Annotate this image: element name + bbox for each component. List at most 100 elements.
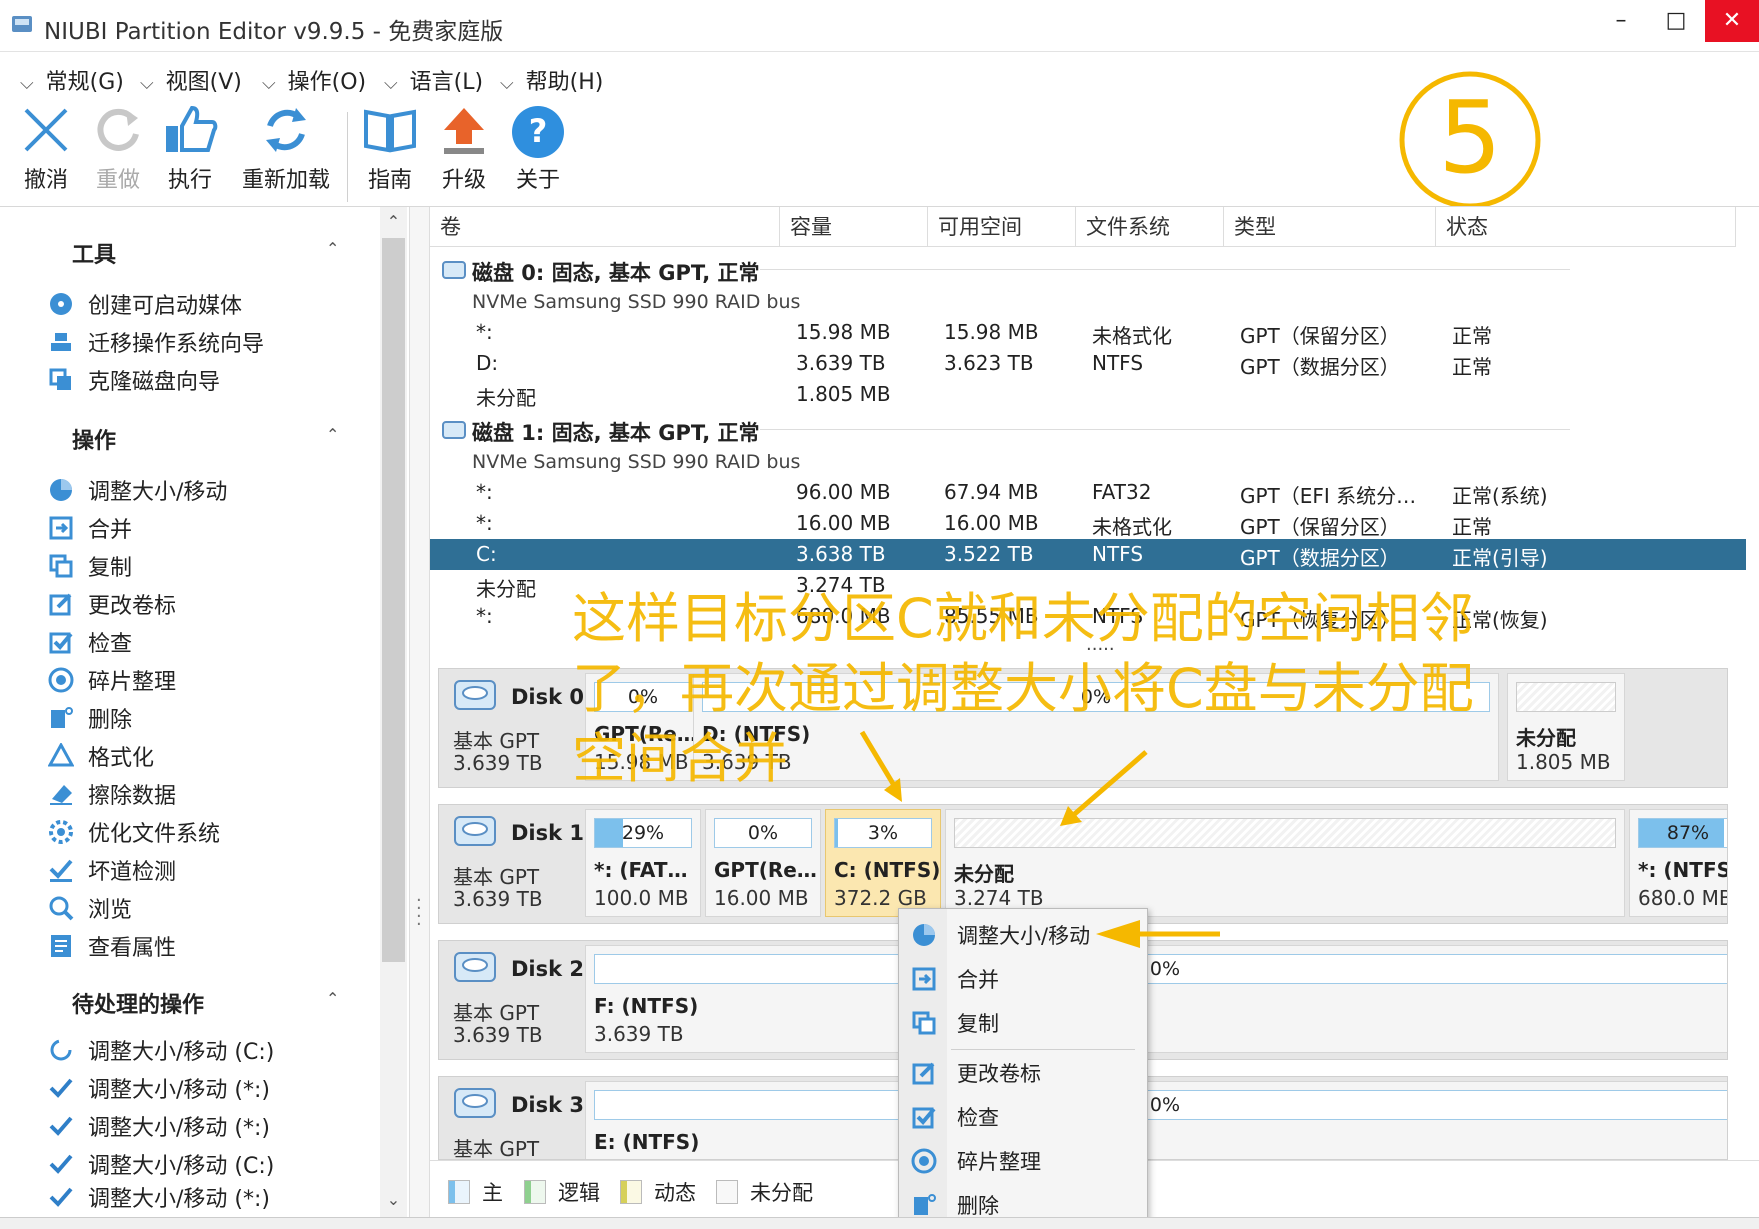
close-button[interactable]: ✕ [1705, 0, 1759, 42]
help-icon: ? [512, 106, 564, 158]
guide-button[interactable]: 指南 [360, 104, 420, 194]
col-type[interactable]: 类型 [1224, 207, 1436, 247]
undo-button[interactable]: 撤消 [18, 104, 74, 194]
pending-op-item[interactable]: 调整大小/移动 (*:) [48, 1109, 368, 1143]
sidebar-item-bootable-media[interactable]: 创建可启动媒体 [48, 287, 368, 321]
sidebar-item-clone-disk[interactable]: 克隆磁盘向导 [48, 363, 368, 397]
table-row[interactable]: 未分配 1.805 MB [430, 379, 1746, 410]
table-row[interactable]: *: 16.00 MB 16.00 MB 未格式化 GPT（保留分区） 正常 [430, 508, 1746, 539]
table-row[interactable]: D: 3.639 TB 3.623 TB NTFS GPT（数据分区） 正常 [430, 348, 1746, 379]
disk-name: Disk 3 [511, 1093, 585, 1117]
menu-general[interactable]: ⌵ 常规(G) [20, 64, 124, 96]
sidebar-item-resize-move[interactable]: 调整大小/移动 [48, 473, 368, 507]
sidebar-item-check[interactable]: 检查 [48, 625, 368, 659]
annotation-line-1: 这样目标分区C就和未分配的空间相邻 [572, 587, 1474, 650]
ctx-check[interactable]: 检查 [899, 1097, 1147, 1137]
scroll-down-icon[interactable]: ⌄ [382, 1190, 405, 1209]
sidebar-item-wipe[interactable]: 擦除数据 [48, 777, 368, 811]
menu-view[interactable]: ⌵ 视图(V) [140, 64, 242, 96]
ctx-copy[interactable]: 复制 [899, 1003, 1147, 1043]
partition-name: *: (NTFS) [1638, 858, 1727, 882]
partition-size: 680.0 MB [1638, 886, 1728, 910]
sidebar-item-copy[interactable]: 复制 [48, 549, 368, 583]
sidebar-item-format[interactable]: 格式化 [48, 739, 368, 773]
disk-subtitle: NVMe Samsung SSD 990 RAID bus [472, 451, 801, 473]
optimize-icon [49, 820, 73, 844]
annotation-line-2: 了，再次通过调整大小将C盘与未分配 [572, 657, 1474, 720]
sidebar-item-defrag[interactable]: 碎片整理 [48, 663, 368, 697]
collapse-tools-icon[interactable]: ⌃ [326, 239, 339, 258]
unallocated-block[interactable]: 未分配 1.805 MB [1507, 673, 1625, 781]
disk-type: 基本 GPT [453, 1137, 540, 1160]
sidebar-item-change-label[interactable]: 更改卷标 [48, 587, 368, 621]
table-cell: 正常 [1452, 324, 1492, 348]
menu-language[interactable]: ⌵ 语言(L) [384, 64, 483, 96]
sidebar-scroll-thumb[interactable] [382, 238, 405, 962]
col-filesystem[interactable]: 文件系统 [1076, 207, 1224, 247]
partition-block[interactable]: 29% *: (FAT… 100.0 MB [585, 809, 701, 917]
collapse-operations-icon[interactable]: ⌃ [326, 425, 339, 444]
table-row[interactable]: C: 3.638 TB 3.522 TB NTFS GPT（数据分区） 正常(引导) [430, 539, 1746, 570]
chevron-down-icon: ⌵ [140, 73, 154, 94]
menu-label: 操作(O) [287, 70, 367, 95]
scroll-up-icon[interactable]: ⌃ [382, 212, 405, 231]
menu-operation[interactable]: ⌵ 操作(O) [262, 64, 366, 96]
ctx-merge[interactable]: 合并 [899, 959, 1147, 999]
partition-block[interactable]: 0% E: (NTFS) [585, 1081, 1727, 1159]
disk-size: 3.639 TB [453, 887, 543, 911]
section-pending-title: 待处理的操作 [72, 993, 205, 1018]
partition-size: 3.274 TB [954, 886, 1044, 910]
col-status[interactable]: 状态 [1436, 207, 1736, 247]
col-volume[interactable]: 卷 [430, 207, 780, 247]
clone-icon [49, 368, 71, 390]
pending-op-item[interactable]: 调整大小/移动 (C:) [48, 1033, 368, 1067]
partition-block[interactable]: 87% *: (NTFS) 680.0 MB [1629, 809, 1728, 917]
panel-splitter[interactable]: · · · · [410, 207, 430, 1217]
pending-op-item[interactable]: 调整大小/移动 (*:) [48, 1185, 368, 1209]
table-row[interactable]: *: 96.00 MB 67.94 MB FAT32 GPT（EFI 系统分… 正常(系统… [430, 477, 1746, 508]
collapse-pending-icon[interactable]: ⌃ [326, 989, 339, 1008]
sidebar-item-delete[interactable]: 删除 [48, 701, 368, 735]
sidebar-item-migrate-os[interactable]: 迁移操作系统向导 [48, 325, 368, 359]
upgrade-button[interactable]: 升级 [436, 104, 492, 194]
partition-block[interactable]: 0% F: (NTFS) 3.639 TB [585, 945, 1727, 1053]
ctx-defrag[interactable]: 碎片整理 [899, 1141, 1147, 1181]
menu-help[interactable]: ⌵ 帮助(H) [500, 64, 603, 96]
table-row[interactable]: *: 15.98 MB 15.98 MB 未格式化 GPT（保留分区） 正常 [430, 317, 1746, 348]
disk-map-row[interactable]: Disk 1 基本 GPT 3.639 TB 29% *: (FAT… 100.0 MB 0… [438, 804, 1728, 924]
apply-button[interactable]: 执行 [160, 104, 220, 194]
sidebar-item-label: 优化文件系统 [88, 822, 221, 847]
redo-button[interactable]: 重做 [90, 104, 146, 194]
format-icon [48, 743, 74, 767]
sidebar-item-bad-sector[interactable]: 坏道检测 [48, 853, 368, 887]
usage-percent: 87% [1666, 822, 1710, 844]
table-cell: 96.00 MB [796, 480, 891, 504]
col-free-space[interactable]: 可用空间 [928, 207, 1076, 247]
ctx-resize-move[interactable]: 调整大小/移动 [899, 915, 1147, 955]
partition-name: 未分配 [1516, 726, 1576, 750]
unallocated-block[interactable]: 未分配 3.274 TB [945, 809, 1625, 917]
reload-button[interactable]: 重新加载 [236, 104, 336, 194]
sidebar-item-label: 格式化 [88, 746, 155, 771]
pending-op-item[interactable]: 调整大小/移动 (*:) [48, 1071, 368, 1105]
section-operations-title: 操作 [72, 429, 117, 454]
partition-block[interactable]: 3% C: (NTFS) 372.2 GB [825, 809, 941, 917]
maximize-button[interactable]: □ [1650, 0, 1702, 42]
ctx-change-label[interactable]: 更改卷标 [899, 1053, 1147, 1093]
partition-block[interactable]: 0% GPT(Re… 16.00 MB [705, 809, 821, 917]
minimize-button[interactable]: – [1595, 0, 1647, 42]
sidebar-item-optimize-fs[interactable]: 优化文件系统 [48, 815, 368, 849]
ctx-label: 碎片整理 [957, 1150, 1041, 1174]
sidebar-item-label: 克隆磁盘向导 [88, 370, 221, 395]
pending-op-item[interactable]: 调整大小/移动 (C:) [48, 1147, 368, 1181]
reload-icon [266, 108, 306, 152]
about-button[interactable]: ? 关于 [508, 104, 568, 194]
sidebar-item-properties[interactable]: 查看属性 [48, 929, 368, 963]
table-cell: GPT（保留分区） [1240, 515, 1400, 539]
step-marker-circle: 5 [1399, 71, 1541, 209]
sidebar-item-browse[interactable]: 浏览 [48, 891, 368, 925]
col-capacity[interactable]: 容量 [780, 207, 928, 247]
sidebar-item-merge[interactable]: 合并 [48, 511, 368, 545]
partition-name: *: (FAT… [594, 858, 688, 882]
legend-primary: 主 [448, 1177, 503, 1207]
